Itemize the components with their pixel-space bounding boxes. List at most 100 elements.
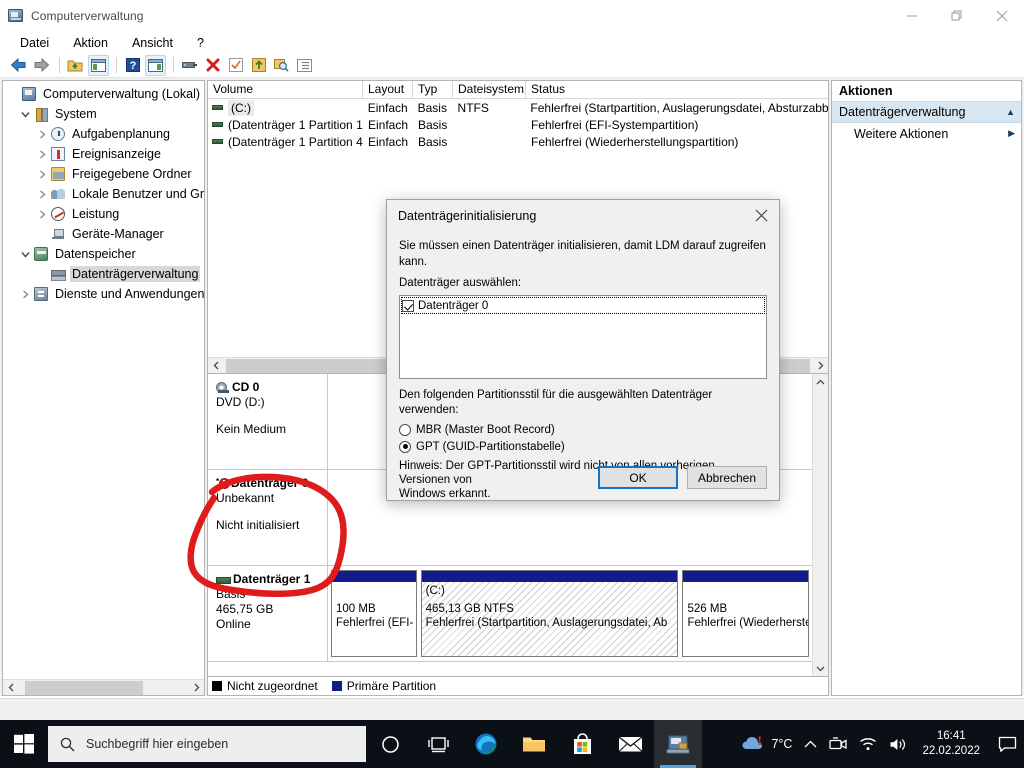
scroll-right-arrow-icon[interactable]	[188, 680, 204, 696]
help-icon[interactable]: ?	[122, 55, 143, 76]
tree-item-ereignisanzeige[interactable]: Ereignisanzeige	[3, 144, 204, 164]
tree-item-aufgabenplanung[interactable]: Aufgabenplanung	[3, 124, 204, 144]
twisty-expanded-icon[interactable]	[17, 106, 33, 122]
volume-icon[interactable]	[883, 720, 914, 768]
actions-group-datentraegerverwaltung[interactable]: Datenträgerverwaltung ▲	[832, 102, 1021, 123]
tree-item-freigegebene-ordner[interactable]: Freigegebene Ordner	[3, 164, 204, 184]
partition-c[interactable]: (C:) 465,13 GB NTFS Fehlerfrei (Startpar…	[420, 570, 679, 657]
graph-vertical-scrollbar[interactable]	[812, 374, 828, 676]
disk-title-row: Datenträger 1	[216, 572, 321, 586]
tree-item-geraete-manager[interactable]: Geräte-Manager	[3, 224, 204, 244]
scroll-track[interactable]	[813, 390, 828, 660]
action-weitere-aktionen[interactable]: Weitere Aktionen ▶	[832, 123, 1021, 144]
cortana-icon[interactable]	[366, 720, 414, 768]
disk-name: Datenträger 0	[231, 476, 309, 490]
disk-row-datentraeger1[interactable]: Datenträger 1 Basis 465,75 GB Online 100…	[208, 566, 812, 662]
task-view-icon[interactable]	[414, 720, 462, 768]
search-input[interactable]: Suchbegriff hier eingeben	[48, 726, 366, 762]
minimize-button[interactable]	[889, 0, 934, 32]
close-icon[interactable]	[743, 200, 779, 231]
disk-select-listbox[interactable]: Datenträger 0	[399, 295, 767, 379]
forward-icon[interactable]	[31, 55, 52, 76]
back-icon[interactable]	[8, 55, 29, 76]
clock[interactable]: 16:41 22.02.2022	[914, 720, 990, 768]
twisty-collapsed-icon[interactable]	[34, 146, 50, 162]
dialog-select-label: Datenträger auswählen:	[399, 277, 522, 289]
twisty-collapsed-icon[interactable]	[34, 186, 50, 202]
file-explorer-icon[interactable]	[510, 720, 558, 768]
delete-icon[interactable]	[202, 55, 223, 76]
column-header-status[interactable]: Status	[526, 81, 828, 98]
disk-properties-icon[interactable]	[179, 55, 200, 76]
chevron-right-icon[interactable]: ▶	[1008, 128, 1015, 139]
disk-info[interactable]: Datenträger 1 Basis 465,75 GB Online	[208, 566, 328, 661]
scroll-down-arrow-icon[interactable]	[813, 660, 828, 676]
list-details-icon[interactable]	[294, 55, 315, 76]
windows-start-icon[interactable]	[0, 720, 48, 768]
notification-icon[interactable]	[990, 720, 1024, 768]
tree-horizontal-scrollbar[interactable]	[3, 679, 204, 695]
disk-info[interactable]: CD 0 DVD (D:) Kein Medium	[208, 374, 328, 469]
radio-button-mbr[interactable]	[399, 423, 411, 436]
column-header-dateisystem[interactable]: Dateisystem	[453, 81, 526, 98]
tree-item-leistung[interactable]: Leistung	[3, 204, 204, 224]
column-header-volume[interactable]: Volume	[208, 81, 363, 98]
menu-datei[interactable]: Datei	[18, 35, 51, 51]
table-row[interactable]: (Datenträger 1 Partition 1) Einfach Basi…	[208, 116, 828, 133]
radio-gpt[interactable]: GPT (GUID-Partitionstabelle)	[399, 438, 767, 455]
twisty-expanded-icon[interactable]	[17, 246, 33, 262]
twisty-collapsed-icon[interactable]	[17, 286, 33, 302]
chevron-up-icon[interactable]: ▲	[1006, 107, 1015, 117]
partition-efi[interactable]: 100 MB Fehlerfrei (EFI-	[331, 570, 417, 657]
tree-item-system[interactable]: System	[3, 104, 204, 124]
scroll-track[interactable]	[19, 680, 188, 696]
network-icon[interactable]	[853, 720, 883, 768]
meet-now-icon[interactable]	[823, 720, 853, 768]
weather-widget[interactable]: 7°C	[731, 720, 798, 768]
console-tree-pane: Computerverwaltung (Lokal) System Aufgab…	[2, 80, 205, 696]
show-action-pane-icon[interactable]	[145, 54, 166, 76]
tree-item-computerverwaltung[interactable]: Computerverwaltung (Lokal)	[3, 84, 204, 104]
close-button[interactable]	[979, 0, 1024, 32]
scroll-right-arrow-icon[interactable]	[812, 358, 828, 374]
column-header-typ[interactable]: Typ	[413, 81, 453, 98]
menu-aktion[interactable]: Aktion	[71, 35, 110, 51]
twisty-collapsed-icon[interactable]	[34, 126, 50, 142]
tree-item-datenspeicher[interactable]: Datenspeicher	[3, 244, 204, 264]
partition-recovery[interactable]: 526 MB Fehlerfrei (Wiederherstellungspar…	[682, 570, 809, 657]
toolbar-separator	[59, 57, 60, 73]
show-hidden-icons-chevron[interactable]	[798, 720, 823, 768]
disk-checkbox[interactable]	[402, 299, 414, 312]
tree-item-datentraegerverwaltung[interactable]: Datenträgerverwaltung	[3, 264, 204, 284]
scroll-left-arrow-icon[interactable]	[208, 358, 224, 374]
show-hide-tree-icon[interactable]	[88, 54, 109, 76]
menu-help[interactable]: ?	[195, 35, 206, 51]
radio-mbr[interactable]: MBR (Master Boot Record)	[399, 421, 767, 438]
scroll-up-arrow-icon[interactable]	[813, 374, 828, 390]
tree-item-lokale-benutzer[interactable]: Lokale Benutzer und Gr	[3, 184, 204, 204]
table-row[interactable]: (Datenträger 1 Partition 4) Einfach Basi…	[208, 133, 828, 150]
export-up-icon[interactable]	[248, 55, 269, 76]
table-row[interactable]: (C:) Einfach Basis NTFS Fehlerfrei (Star…	[208, 99, 828, 116]
mail-icon[interactable]	[606, 720, 654, 768]
scroll-thumb[interactable]	[25, 680, 143, 695]
restore-button[interactable]	[934, 0, 979, 32]
cancel-button[interactable]: Abbrechen	[687, 466, 767, 489]
twisty-collapsed-icon[interactable]	[34, 166, 50, 182]
column-header-layout[interactable]: Layout	[363, 81, 413, 98]
microsoft-store-icon[interactable]	[558, 720, 606, 768]
list-item[interactable]: Datenträger 0	[401, 297, 765, 314]
checkmark-icon[interactable]	[225, 55, 246, 76]
computer-management-icon[interactable]	[654, 720, 702, 768]
disk-info[interactable]: * Datenträger 0 Unbekannt Nicht initiali…	[208, 470, 328, 565]
twisty-collapsed-icon[interactable]	[34, 206, 50, 222]
tree-item-dienste-und-anwendungen[interactable]: Dienste und Anwendungen	[3, 284, 204, 304]
edge-icon[interactable]	[462, 720, 510, 768]
radio-button-gpt[interactable]	[399, 440, 411, 453]
toolbar-separator	[173, 57, 174, 73]
scroll-left-arrow-icon[interactable]	[3, 680, 19, 696]
search-disk-icon[interactable]	[271, 55, 292, 76]
menu-ansicht[interactable]: Ansicht	[130, 35, 175, 51]
ok-button[interactable]: OK	[598, 466, 678, 489]
up-folder-icon[interactable]	[65, 55, 86, 76]
